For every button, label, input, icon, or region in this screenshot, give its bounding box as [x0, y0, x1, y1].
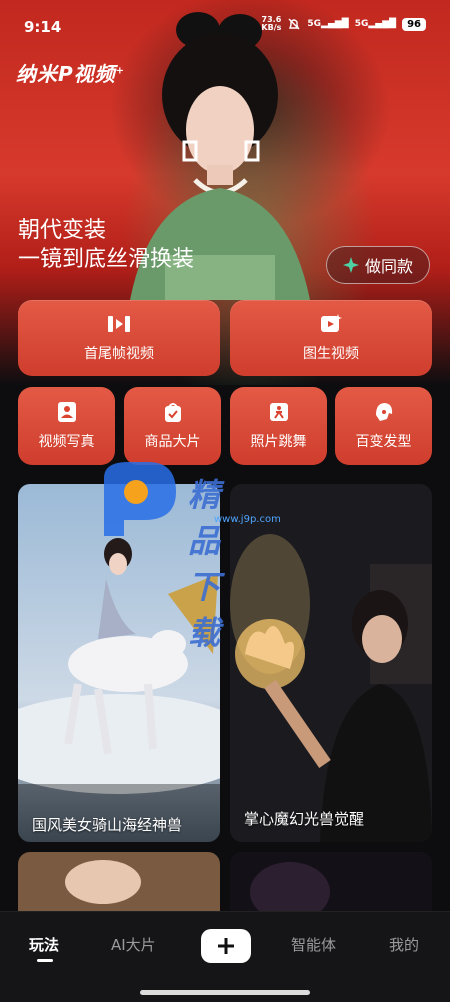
feed-card-1-title: 国风美女骑山海经神兽 [32, 816, 183, 834]
status-bar: 9:14 73.6 KB/s 5G▂▄▆█ 5G▂▄▆█ 96 [0, 0, 450, 48]
make-same-label: 做同款 [364, 257, 413, 276]
bottom-navigation: 玩法 AI大片 智能体 我的 [0, 911, 450, 1002]
home-indicator[interactable] [140, 990, 310, 995]
first-last-frame-icon [108, 316, 130, 332]
product-shoot-button[interactable]: 商品大片 [124, 387, 221, 465]
hero-title: 朝代变装 [18, 218, 107, 243]
make-same-button[interactable]: 做同款 [326, 246, 430, 284]
nav-ai-blockbuster[interactable]: AI大片 [111, 934, 156, 955]
nav-mine[interactable]: 我的 [389, 934, 419, 955]
photo-dance-button[interactable]: 照片跳舞 [230, 387, 327, 465]
photo-dance-icon [269, 403, 288, 421]
first-last-frame-video-button[interactable]: 首尾帧视频 [18, 300, 220, 376]
first-last-frame-label: 首尾帧视频 [84, 346, 154, 362]
watermark-title: 精品下载 [188, 476, 221, 652]
plus-icon [218, 938, 234, 954]
app-logo: 纳米P视频+ [16, 62, 126, 86]
battery-icon: 96 [402, 17, 426, 31]
signal-2-icon: 5G▂▄▆█ [354, 19, 397, 29]
product-shoot-label: 商品大片 [144, 434, 201, 450]
sparkle-icon [342, 257, 359, 273]
create-button[interactable] [201, 929, 251, 963]
watermark: 精品下载 www.j9p.com [98, 458, 281, 652]
network-speed: 73.6 KB/s [261, 16, 281, 32]
portrait-video-label: 视频写真 [38, 434, 95, 450]
nav-active-indicator [37, 959, 53, 962]
signal-1-icon: 5G▂▄▆█ [307, 19, 349, 29]
hero-subtitle: 一镜到底丝滑换装 [18, 247, 195, 272]
portrait-video-button[interactable]: 视频写真 [18, 387, 115, 465]
image-to-video-button[interactable]: 图生视频 [230, 300, 432, 376]
feed-card-2-image [230, 484, 432, 842]
net-speed-unit: KB/s [261, 23, 282, 32]
portrait-video-icon [57, 402, 76, 422]
feed-card-2-title: 掌心魔幻光兽觉醒 [244, 810, 365, 828]
image-to-video-icon [321, 314, 342, 332]
clock: 9:14 [24, 18, 62, 36]
nav-agent[interactable]: 智能体 [291, 934, 336, 955]
mute-icon [288, 18, 300, 30]
photo-dance-label: 照片跳舞 [250, 434, 307, 450]
product-icon [164, 403, 181, 422]
hairstyle-icon [375, 403, 392, 421]
hairstyle-button[interactable]: 百变发型 [335, 387, 432, 465]
image-to-video-label: 图生视频 [303, 346, 359, 362]
nav-play[interactable]: 玩法 [29, 934, 59, 955]
feed-card-2[interactable]: 掌心魔幻光兽觉醒 [230, 484, 432, 842]
watermark-url: www.j9p.com [214, 514, 281, 525]
watermark-logo-icon [104, 462, 176, 536]
hairstyle-label: 百变发型 [355, 434, 412, 450]
